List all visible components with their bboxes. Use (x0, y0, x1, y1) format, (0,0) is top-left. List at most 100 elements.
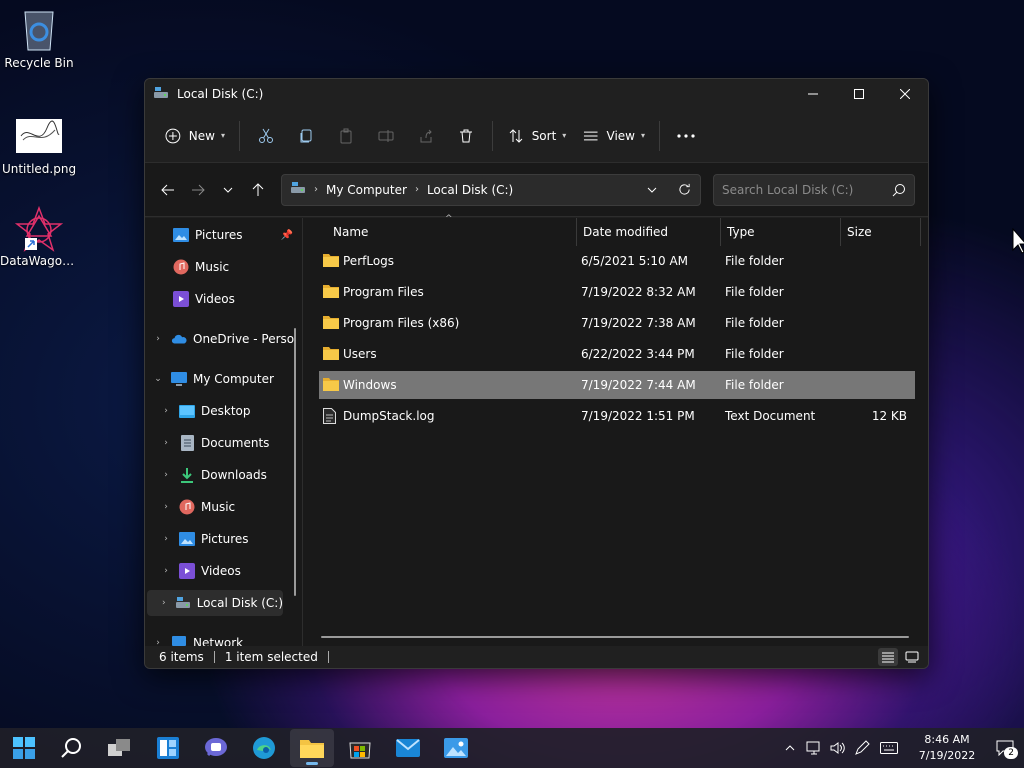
recent-locations-button[interactable] (213, 175, 243, 205)
sort-button[interactable]: Sort ▾ (499, 120, 575, 152)
copy-button[interactable] (286, 120, 326, 152)
rename-button[interactable] (366, 120, 406, 152)
table-row[interactable]: Program Files 7/19/2022 8:32 AM File folde… (319, 278, 915, 306)
chevron-right-icon[interactable]: › (159, 598, 169, 608)
start-button[interactable] (2, 729, 46, 767)
photos-icon (444, 738, 468, 758)
forward-button[interactable] (183, 175, 213, 205)
nav-item-music-quick[interactable]: Music (167, 254, 229, 280)
refresh-button[interactable] (668, 175, 700, 205)
column-header-type[interactable]: Type (721, 218, 841, 246)
column-header-size[interactable]: Size (841, 218, 921, 246)
teams-chat-button[interactable] (194, 729, 238, 767)
table-row[interactable]: DumpStack.log 7/19/2022 1:51 PM Text Docum… (319, 402, 915, 430)
notification-center-button[interactable]: 2 (990, 733, 1020, 763)
share-button[interactable] (406, 120, 446, 152)
maximize-button[interactable] (836, 79, 882, 109)
nav-item-downloads[interactable]: › Downloads (159, 462, 267, 488)
notification-badge: 2 (1004, 747, 1018, 759)
table-row[interactable]: Users 6/22/2022 3:44 PM File folder (319, 340, 915, 368)
title-bar[interactable]: Local Disk (C:) (145, 79, 928, 109)
file-date: 7/19/2022 7:38 AM (581, 316, 696, 330)
close-button[interactable] (882, 79, 928, 109)
nav-item-desktop[interactable]: › Desktop (159, 398, 250, 424)
chevron-right-icon[interactable]: › (151, 334, 165, 344)
microsoft-store-button[interactable] (338, 729, 382, 767)
network-status-button[interactable] (802, 741, 826, 755)
breadcrumb-local-disk[interactable]: Local Disk (C:) (427, 183, 513, 197)
chevron-down-icon: ▾ (562, 131, 567, 140)
cut-button[interactable] (246, 120, 286, 152)
desktop-icon-datawagon[interactable]: DataWagon... (0, 205, 78, 268)
view-button-label: View (606, 128, 635, 143)
nav-item-local-disk[interactable]: › Local Disk (C:) (147, 590, 283, 616)
chevron-right-icon[interactable]: › (159, 502, 173, 512)
folder-icon (323, 284, 339, 300)
nav-item-my-computer[interactable]: ⌄ My Computer (151, 366, 274, 392)
nav-item-network[interactable]: › Network (151, 630, 243, 646)
chevron-right-icon[interactable]: › (151, 638, 165, 646)
up-button[interactable] (243, 175, 273, 205)
file-name-cell: Program Files (x86) (319, 315, 577, 331)
clock[interactable]: 8:46 AM 7/19/2022 (910, 732, 984, 764)
desktop-icon-untitled-png[interactable]: Untitled.png (0, 114, 78, 176)
delete-button[interactable] (446, 120, 486, 152)
touch-keyboard-button[interactable] (874, 742, 904, 754)
volume-button[interactable] (826, 741, 850, 755)
mail-button[interactable] (386, 729, 430, 767)
scissors-icon (259, 128, 273, 143)
nav-item-videos-quick[interactable]: Videos (167, 286, 235, 312)
nav-item-music[interactable]: › Music (159, 494, 235, 520)
chevron-right-icon[interactable]: › (159, 470, 173, 480)
nav-item-documents[interactable]: › Documents (159, 430, 269, 456)
column-header-label: Name (333, 225, 369, 239)
back-button[interactable] (153, 175, 183, 205)
pen-button[interactable] (850, 740, 874, 756)
edge-button[interactable] (242, 729, 286, 767)
minimize-button[interactable] (790, 79, 836, 109)
table-row[interactable]: Windows 7/19/2022 7:44 AM File folder (319, 371, 915, 399)
more-options-button[interactable] (666, 120, 706, 152)
address-bar[interactable]: › My Computer › Local Disk (C:) (281, 173, 701, 206)
chevron-right-icon[interactable]: › (159, 438, 173, 448)
chevron-right-icon[interactable]: › (159, 534, 173, 544)
breadcrumb-chevron-icon: › (414, 184, 419, 195)
desktop-icon-label: Untitled.png (1, 162, 77, 176)
file-name-cell: DumpStack.log (319, 408, 577, 424)
navigation-pane[interactable]: Pictures 📌 Music Videos › OneDrive - Per… (145, 218, 303, 646)
nav-item-pictures-quick[interactable]: Pictures 📌 (167, 222, 293, 248)
horizontal-scrollbar[interactable] (321, 636, 909, 638)
show-hidden-icons-button[interactable] (778, 745, 802, 751)
drive-icon (290, 181, 306, 198)
file-explorer-button[interactable] (290, 729, 334, 767)
task-view-button[interactable] (98, 729, 142, 767)
address-history-button[interactable] (636, 175, 668, 205)
search-input[interactable]: Search Local Disk (C:) (722, 183, 884, 197)
view-button[interactable]: View ▾ (575, 120, 653, 152)
column-header-name[interactable]: Name ^ (303, 214, 577, 246)
chevron-right-icon[interactable]: › (159, 406, 173, 416)
widgets-button[interactable] (146, 729, 190, 767)
nav-pane-scrollbar[interactable] (294, 328, 296, 596)
table-row[interactable]: PerfLogs 6/5/2021 5:10 AM File folder (319, 247, 915, 275)
tiles-view-button[interactable] (902, 648, 922, 666)
photos-button[interactable] (434, 729, 478, 767)
more-icon (677, 133, 695, 138)
chevron-right-icon[interactable]: › (159, 566, 173, 576)
column-header-date[interactable]: Date modified (577, 218, 721, 246)
nav-item-onedrive[interactable]: › OneDrive - Perso (151, 326, 294, 352)
new-button[interactable]: New ▾ (157, 120, 233, 152)
music-icon (173, 259, 189, 275)
chevron-down-icon[interactable]: ⌄ (151, 374, 165, 384)
search-button[interactable] (50, 729, 94, 767)
nav-item-videos[interactable]: › Videos (159, 558, 241, 584)
desktop-icon-recycle-bin[interactable]: Recycle Bin (0, 8, 78, 70)
details-view-button[interactable] (878, 648, 898, 666)
widgets-icon (157, 737, 179, 759)
folder-icon (323, 346, 339, 362)
table-row[interactable]: Program Files (x86) 7/19/2022 7:38 AM File… (319, 309, 915, 337)
search-box[interactable]: Search Local Disk (C:) (713, 173, 915, 206)
breadcrumb-my-computer[interactable]: My Computer (326, 183, 407, 197)
nav-item-pictures[interactable]: › Pictures (159, 526, 249, 552)
paste-button[interactable] (326, 120, 366, 152)
